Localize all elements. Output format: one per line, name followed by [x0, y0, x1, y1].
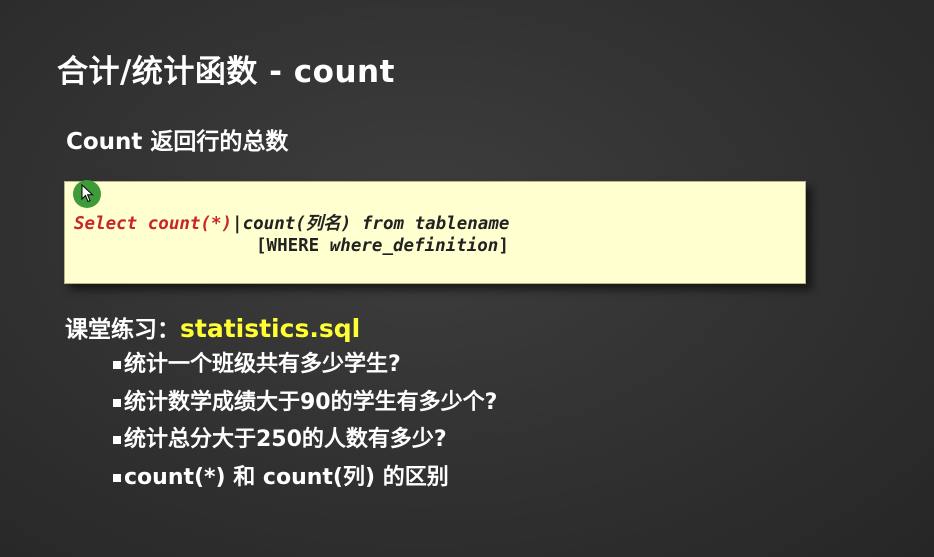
slide: 合计/统计函数 - count Count 返回行的总数 Select coun…	[0, 0, 934, 557]
exercise-list: 统计一个班级共有多少学生? 统计数学成绩大于90的学生有多少个? 统计总分大于2…	[108, 346, 497, 496]
exercise-file-name: statistics.sql	[180, 314, 361, 343]
cursor-arrow-icon	[81, 184, 94, 203]
exercise-item-text: 统计总分大于250的人数有多少?	[124, 427, 447, 452]
code-snippet-box: Select count(*)|count(列名) from tablename…	[64, 181, 806, 284]
code-from-table: from tablename	[351, 214, 510, 234]
exercise-item-text: count(*) 和 count(列) 的区别	[124, 464, 449, 490]
code-where-definition: where_definition	[329, 236, 499, 256]
code-count-column: count(列名)	[242, 214, 352, 234]
code-line-1: Select count(*)|count(列名) from tablename	[74, 210, 509, 235]
exercise-heading: 课堂练习：statistics.sql	[65, 310, 360, 344]
slide-title: 合计/统计函数 - count	[57, 54, 395, 90]
exercise-item: 统计数学成绩大于90的学生有多少个?	[108, 384, 497, 422]
code-where-close: ]	[498, 236, 509, 256]
bullet-square-icon	[113, 361, 121, 369]
pointer-cursor-icon	[73, 180, 101, 208]
exercise-label: 课堂练习：	[65, 317, 180, 343]
code-pipe: |	[232, 214, 243, 234]
bullet-square-icon	[113, 473, 121, 482]
slide-subtitle: Count 返回行的总数	[66, 129, 289, 155]
code-line-2: [WHERE where_definition]	[256, 236, 509, 256]
exercise-item: 统计一个班级共有多少学生?	[108, 346, 497, 384]
bullet-square-icon	[113, 398, 121, 407]
bullet-square-icon	[113, 436, 121, 444]
exercise-item-text: 统计一个班级共有多少学生?	[124, 352, 401, 377]
exercise-item: 统计总分大于250的人数有多少?	[108, 421, 497, 459]
code-select-count-star: Select count(*)	[74, 214, 233, 234]
exercise-item-text: 统计数学成绩大于90的学生有多少个?	[124, 389, 498, 415]
code-where-keyword: [WHERE	[256, 236, 330, 256]
exercise-item: count(*) 和 count(列) 的区别	[108, 459, 497, 497]
